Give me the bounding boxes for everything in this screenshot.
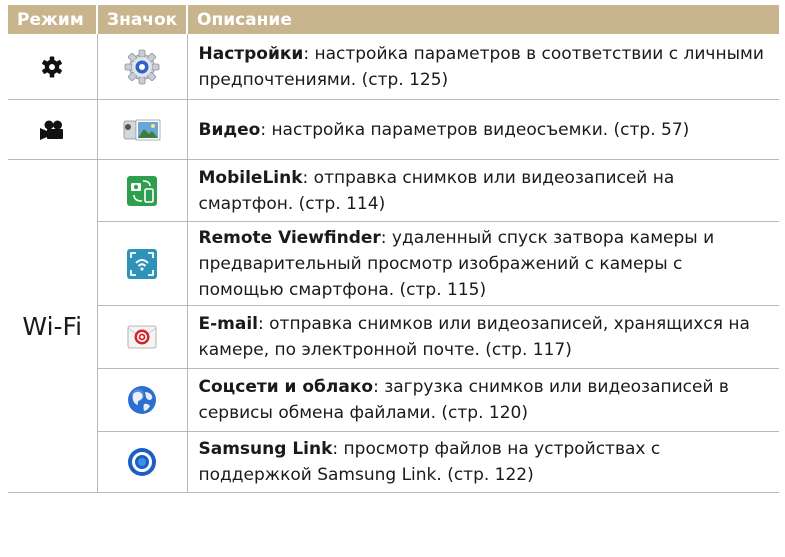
header-description: Описание	[187, 5, 779, 34]
email-icon	[127, 325, 157, 349]
mode-cell	[8, 34, 98, 100]
description-cell: MobileLink: отправка снимков или видеоза…	[187, 159, 779, 222]
video-icon	[123, 119, 161, 140]
table-row: Remote Viewfinder: удаленный спуск затво…	[8, 221, 779, 306]
item-text: : отправка снимков или видеозаписей, хра…	[198, 314, 750, 360]
icon-cell	[97, 99, 188, 160]
item-title: Видео	[198, 119, 261, 140]
icon-cell	[97, 431, 188, 493]
gear-mode-icon	[42, 56, 63, 77]
wifi-mode-label: Wi-Fi	[22, 311, 83, 341]
mobilelink-icon	[127, 175, 157, 206]
item-title: Samsung Link	[198, 439, 333, 459]
settings-gear-icon	[124, 49, 160, 84]
table-row: Samsung Link: просмотр файлов на устройс…	[8, 431, 779, 493]
item-title: Соцсети и облако	[198, 377, 374, 397]
description-cell: E-mail: отправка снимков или видеозаписе…	[187, 305, 779, 369]
movie-camera-mode-icon	[40, 120, 64, 140]
table-row: Соцсети и облако: загрузка снимков или в…	[8, 368, 779, 432]
globe-icon	[128, 386, 156, 414]
table-header-row: Режим Значок Описание	[8, 5, 779, 34]
remote-viewfinder-icon	[127, 248, 157, 279]
description-cell: Настройки: настройка параметров в соотве…	[187, 34, 779, 100]
item-title: MobileLink	[198, 167, 303, 188]
icon-cell	[97, 221, 188, 306]
header-mode: Режим	[8, 5, 98, 34]
item-text: : настройка параметров видеосъемки. (стр…	[260, 119, 690, 140]
description-cell: Samsung Link: просмотр файлов на устройс…	[187, 431, 779, 493]
description-cell: Соцсети и облако: загрузка снимков или в…	[187, 368, 779, 432]
table-row: Wi-Fi MobileLink: отправка снимков или в…	[8, 159, 779, 493]
item-title: E-mail	[198, 314, 259, 334]
icon-cell	[97, 368, 188, 432]
mode-cell	[8, 99, 98, 160]
item-title: Настройки	[198, 43, 304, 64]
icon-cell	[97, 305, 188, 369]
description-cell: Remote Viewfinder: удаленный спуск затво…	[187, 221, 779, 306]
icon-cell	[97, 159, 188, 222]
modes-table: Режим Значок Описание Настройки: настрой…	[8, 5, 779, 493]
mode-cell-wifi: Wi-Fi	[8, 159, 98, 493]
icon-cell	[97, 34, 188, 100]
item-title: Remote Viewfinder	[198, 227, 381, 248]
table-row: Видео: настройка параметров видеосъемки.…	[8, 99, 779, 160]
samsung-link-icon	[128, 448, 156, 476]
header-icon: Значок	[97, 5, 188, 34]
table-row: Настройки: настройка параметров в соотве…	[8, 34, 779, 100]
table-row: E-mail: отправка снимков или видеозаписе…	[8, 305, 779, 369]
description-cell: Видео: настройка параметров видеосъемки.…	[187, 99, 779, 160]
